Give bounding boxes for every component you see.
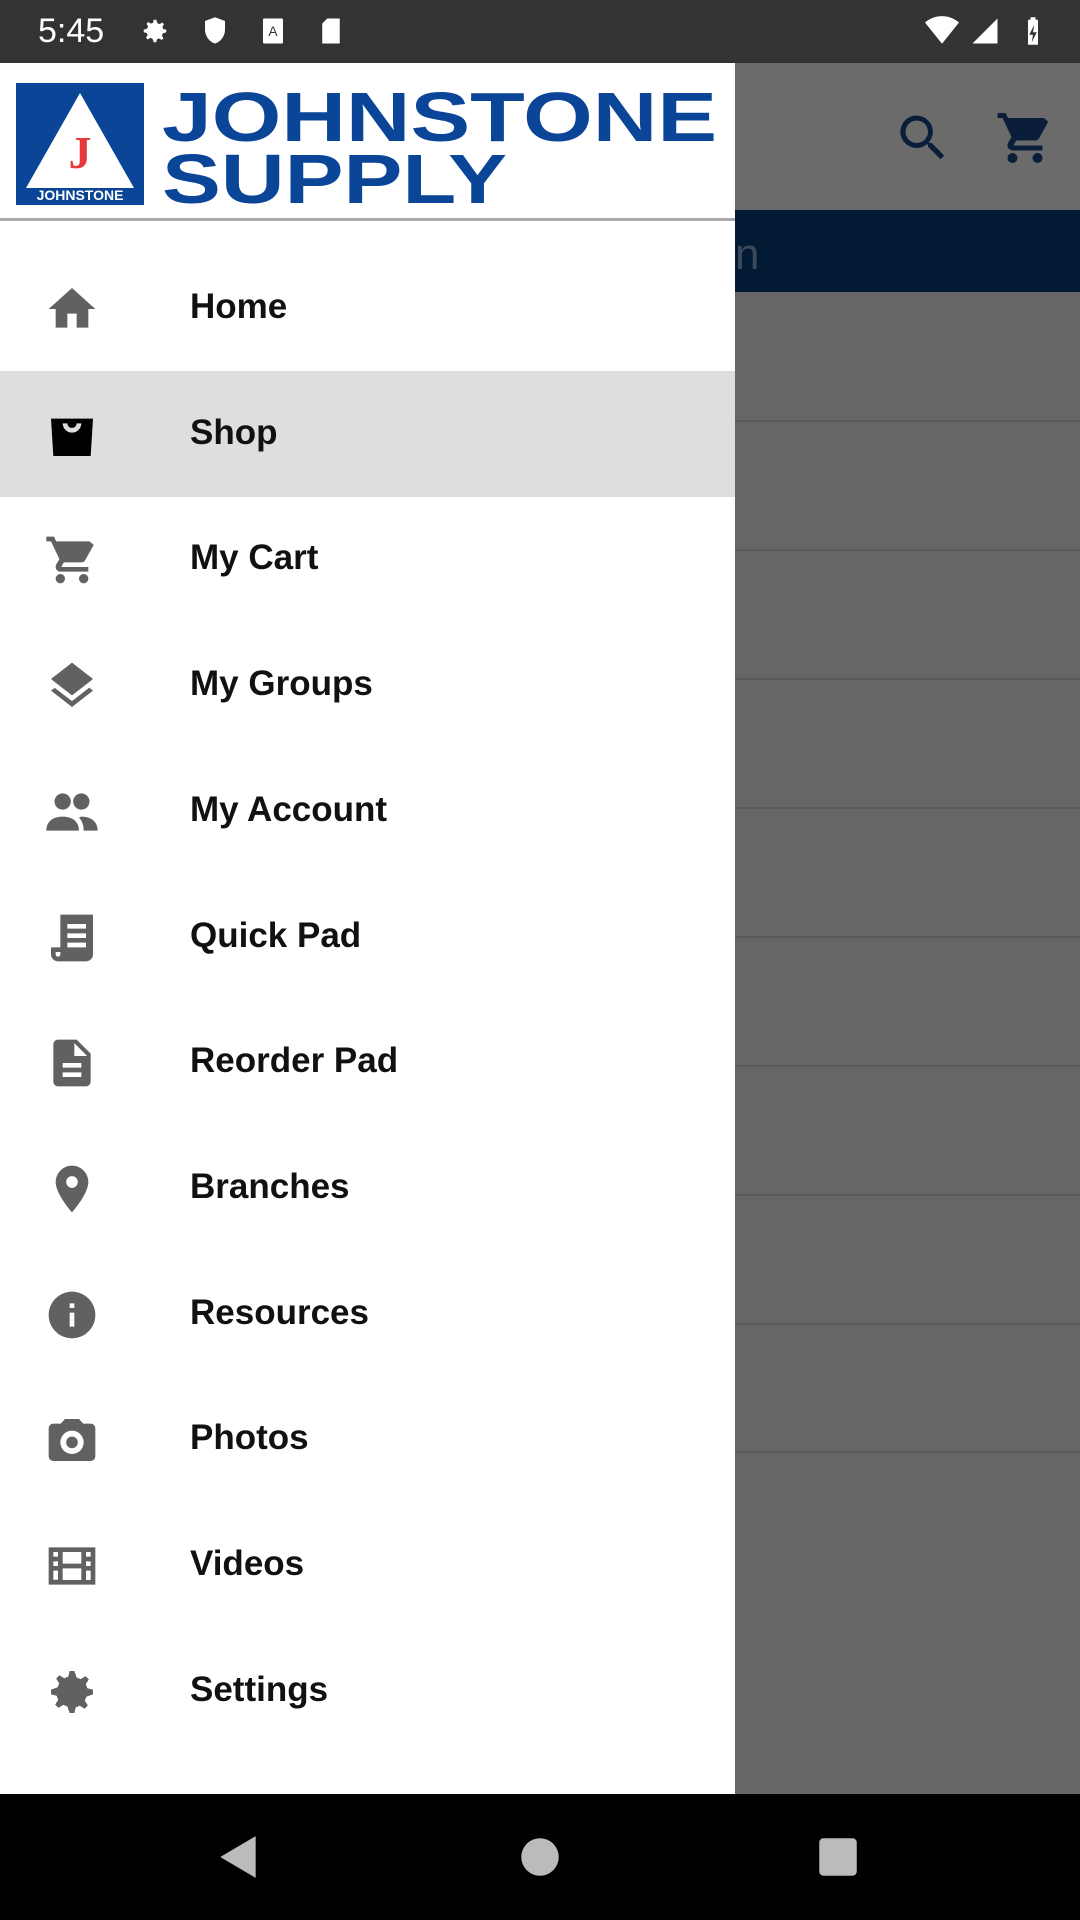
svg-text:JOHNSTONE: JOHNSTONE xyxy=(37,187,124,203)
drawer-item-label: Videos xyxy=(190,1544,305,1583)
drawer-item-label: My Account xyxy=(190,789,388,829)
row-divider xyxy=(735,678,1080,680)
info-icon xyxy=(48,1291,96,1338)
people-icon xyxy=(46,793,98,831)
drawer-item-my-groups[interactable]: My Groups xyxy=(0,622,735,748)
johnstone-supply-logo[interactable]: J JOHNSTONE JOHNSTONE SUPPLY xyxy=(0,63,735,221)
background-app-bar xyxy=(735,63,1080,210)
sd-card-icon xyxy=(322,18,340,44)
drawer-item-label: My Cart xyxy=(190,538,319,578)
row-divider xyxy=(735,1451,1080,1453)
status-bar: 5:45 A xyxy=(0,0,1080,63)
film-icon xyxy=(48,1547,96,1585)
drawer-item-resources[interactable]: Resources xyxy=(0,1251,735,1377)
drawer-item-quick-pad[interactable]: Quick Pad xyxy=(0,874,735,1000)
system-nav-bar xyxy=(0,1794,1080,1920)
document-icon xyxy=(53,1039,91,1087)
location-pin-icon xyxy=(55,1165,89,1213)
row-divider xyxy=(735,936,1080,938)
row-divider xyxy=(735,420,1080,422)
row-divider xyxy=(735,1194,1080,1196)
receipt-icon xyxy=(51,914,93,961)
row-divider xyxy=(735,1065,1080,1067)
svg-text:J: J xyxy=(69,127,92,178)
gear-icon xyxy=(143,19,167,43)
cart-icon xyxy=(997,113,1049,163)
back-icon[interactable] xyxy=(214,1832,264,1882)
recents-icon[interactable] xyxy=(813,1832,863,1882)
home-icon xyxy=(48,288,96,328)
home-circle-icon[interactable] xyxy=(515,1832,565,1882)
drawer-item-label: Shop xyxy=(190,412,278,452)
camera-icon xyxy=(48,1419,96,1462)
drawer-item-shop[interactable]: Shop xyxy=(0,370,735,497)
drawer-item-home[interactable]: Home xyxy=(0,245,735,371)
battery-charging-icon xyxy=(1028,17,1038,45)
drawer-item-label: Resources xyxy=(190,1292,369,1332)
drawer-item-my-cart[interactable]: My Cart xyxy=(0,496,735,622)
row-divider xyxy=(735,549,1080,551)
drawer-item-photos[interactable]: Photos xyxy=(0,1376,735,1502)
row-divider xyxy=(735,807,1080,809)
drawer-item-videos[interactable]: Videos xyxy=(0,1502,735,1628)
a-icon: A xyxy=(263,18,283,44)
background-app-scrim[interactable]: n xyxy=(735,63,1080,1794)
signal-icon xyxy=(972,18,998,44)
drawer-item-branches[interactable]: Branches xyxy=(0,1125,735,1251)
drawer-item-label: Branches xyxy=(190,1166,350,1206)
background-tab-bar: n xyxy=(735,210,1080,292)
drawer-item-my-account[interactable]: My Account xyxy=(0,748,735,874)
drawer-item-settings[interactable]: Settings xyxy=(0,1628,735,1754)
drawer-item-label: Photos xyxy=(190,1418,309,1458)
drawer-item-label: Quick Pad xyxy=(190,915,362,955)
row-divider xyxy=(735,1323,1080,1325)
search-icon xyxy=(900,115,945,160)
drawer-item-label: Reorder Pad xyxy=(190,1041,399,1081)
shield-icon xyxy=(205,17,225,44)
drawer-item-label: My Groups xyxy=(190,664,373,704)
wifi-icon xyxy=(925,16,959,44)
shopping-bag-icon xyxy=(51,418,93,456)
drawer-item-reorder-pad[interactable]: Reorder Pad xyxy=(0,999,735,1125)
logo-image: J JOHNSTONE JOHNSTONE SUPPLY xyxy=(16,78,717,218)
drawer-item-label: Home xyxy=(190,287,288,326)
gear-icon xyxy=(51,1670,93,1713)
navigation-drawer: J JOHNSTONE JOHNSTONE SUPPLY Home Shop My … xyxy=(0,63,735,1794)
cart-icon xyxy=(46,537,94,584)
svg-text:SUPPLY: SUPPLY xyxy=(162,140,507,218)
partial-text: n xyxy=(735,230,760,279)
drawer-item-label: Settings xyxy=(190,1669,329,1709)
clock: 5:45 xyxy=(38,12,105,50)
svg-text:A: A xyxy=(268,24,278,39)
layers-icon xyxy=(51,662,93,708)
